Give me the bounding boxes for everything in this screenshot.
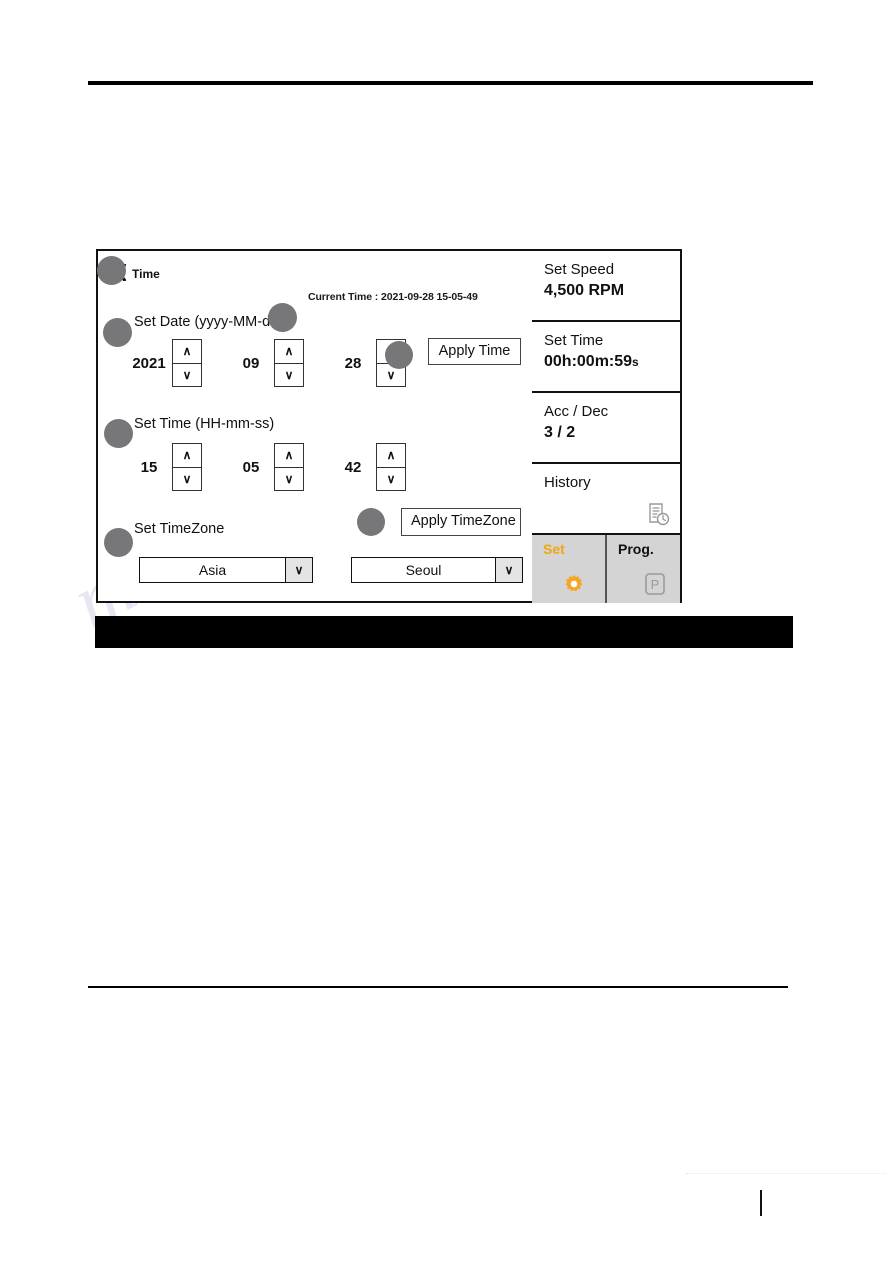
second-value: 42: [344, 458, 362, 476]
callout-marker-apply-timezone: [357, 508, 385, 536]
chevron-down-icon[interactable]: ∨: [495, 558, 522, 582]
callout-marker-current-time: [268, 303, 297, 332]
tile-acc-dec[interactable]: Acc / Dec 3 / 2: [532, 393, 680, 464]
acc-dec-value: 3 / 2: [544, 424, 576, 442]
day-value: 28: [344, 354, 362, 372]
device-screen: Time Current Time : 2021-09-28 15-05-49 …: [96, 249, 682, 603]
set-time-label: Set Time (HH-mm-ss): [134, 416, 275, 432]
set-speed-label: Set Speed: [544, 261, 615, 278]
minute-decrement-icon[interactable]: ∨: [275, 468, 303, 491]
year-increment-icon[interactable]: ∧: [173, 340, 201, 364]
callout-marker-apply-time: [385, 341, 413, 369]
set-time-tile-unit: s: [632, 355, 639, 370]
minute-increment-icon[interactable]: ∧: [275, 444, 303, 468]
hour-value: 15: [140, 458, 158, 476]
time-stepper-row: 15 ∧ ∨ 05 ∧ ∨ 42 ∧ ∨: [126, 443, 432, 491]
timezone-city-dropdown[interactable]: Seoul ∨: [351, 557, 523, 583]
chevron-down-icon[interactable]: ∨: [285, 558, 312, 582]
callout-marker-set-date: [103, 318, 132, 347]
prog-mode-label: Prog.: [618, 541, 654, 557]
timezone-city-value: Seoul: [405, 562, 442, 578]
page-corner-tick: [760, 1190, 762, 1216]
hour-decrement-icon[interactable]: ∨: [173, 468, 201, 491]
month-value: 09: [242, 354, 260, 372]
set-time-tile-label: Set Time: [544, 332, 604, 349]
history-label: History: [544, 474, 591, 491]
set-mode-button[interactable]: Set: [532, 535, 607, 603]
timezone-region-dropdown[interactable]: Asia ∨: [139, 557, 313, 583]
gear-icon: [563, 573, 585, 595]
page-header-rule: [88, 81, 813, 85]
month-stepper[interactable]: ∧ ∨: [274, 339, 304, 387]
acc-dec-label: Acc / Dec: [544, 403, 609, 420]
minute-stepper[interactable]: ∧ ∨: [274, 443, 304, 491]
set-speed-value: 4,500 RPM: [544, 282, 625, 300]
p-box-icon: P: [644, 572, 666, 596]
month-increment-icon[interactable]: ∧: [275, 340, 303, 364]
set-time-tile-value: 00h:00m:59s: [544, 351, 680, 373]
second-decrement-icon[interactable]: ∨: [377, 468, 405, 491]
year-stepper[interactable]: ∧ ∨: [172, 339, 202, 387]
callout-marker-back: [97, 256, 126, 285]
tile-set-time[interactable]: Set Time 00h:00m:59s: [532, 322, 680, 393]
svg-text:P: P: [651, 577, 660, 592]
tile-set-speed[interactable]: Set Speed 4,500 RPM: [532, 251, 680, 322]
settings-panel: Time Current Time : 2021-09-28 15-05-49 …: [98, 251, 534, 601]
timezone-region-value: Asia: [198, 562, 227, 578]
minute-value: 05: [242, 458, 260, 476]
set-mode-label: Set: [543, 541, 565, 557]
hour-increment-icon[interactable]: ∧: [173, 444, 201, 468]
callout-marker-set-time: [104, 419, 133, 448]
sidebar-bottom-buttons: Set Prog. P: [532, 535, 680, 603]
set-timezone-label: Set TimeZone: [134, 521, 225, 537]
date-stepper-row: 2021 ∧ ∨ 09 ∧ ∨ 28 ∧ ∨: [126, 339, 432, 387]
current-time-readout: Current Time : 2021-09-28 15-05-49: [308, 291, 478, 303]
callout-marker-set-timezone: [104, 528, 133, 557]
status-sidebar: Set Speed 4,500 RPM Set Time 00h:00m:59s…: [532, 251, 680, 603]
second-stepper[interactable]: ∧ ∨: [376, 443, 406, 491]
page-dotted-rule: [686, 1173, 886, 1175]
history-document-clock-icon: [648, 503, 670, 527]
set-time-tile-value-main: 00h:00m:59: [544, 353, 633, 371]
month-decrement-icon[interactable]: ∨: [275, 364, 303, 387]
year-decrement-icon[interactable]: ∨: [173, 364, 201, 387]
page-footer-rule: [88, 986, 788, 988]
tile-history[interactable]: History: [532, 464, 680, 535]
apply-time-button[interactable]: Apply Time: [428, 338, 521, 365]
set-date-label: Set Date (yyyy-MM-dd): [134, 314, 284, 330]
screen-title: Time: [132, 267, 160, 281]
black-caption-bar: [95, 616, 793, 648]
hour-stepper[interactable]: ∧ ∨: [172, 443, 202, 491]
second-increment-icon[interactable]: ∧: [377, 444, 405, 468]
prog-mode-button[interactable]: Prog. P: [607, 535, 680, 603]
year-value: 2021: [132, 354, 166, 372]
apply-timezone-button[interactable]: Apply TimeZone: [401, 508, 521, 536]
